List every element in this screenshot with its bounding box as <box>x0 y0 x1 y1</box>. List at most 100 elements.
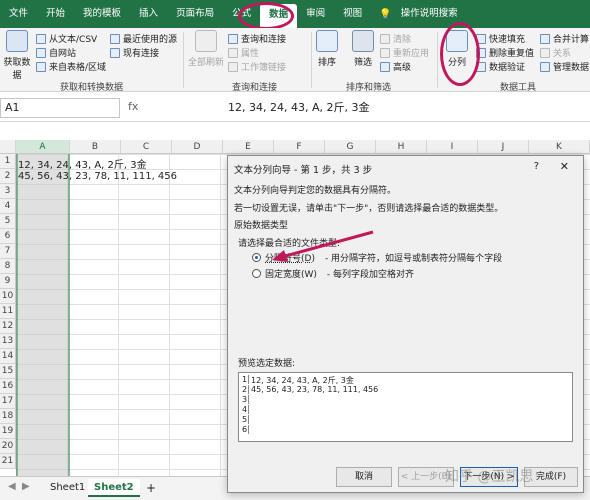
row-header[interactable]: 3 <box>0 184 16 199</box>
row-header[interactable]: 14 <box>0 349 16 364</box>
row-header[interactable]: 12 <box>0 319 16 334</box>
row-header[interactable]: 6 <box>0 229 16 244</box>
queries-connections-button[interactable]: 查询和连接 <box>228 32 286 45</box>
tab-file[interactable]: 文件 <box>0 0 37 28</box>
tab-insert[interactable]: 插入 <box>130 0 167 28</box>
consolidate-button[interactable]: 合并计算 <box>540 32 589 45</box>
help-icon[interactable]: ? <box>534 161 539 172</box>
properties-button[interactable]: 属性 <box>228 46 259 59</box>
row-header[interactable]: 13 <box>0 334 16 349</box>
sheet-tab-sheet2[interactable]: Sheet2 <box>88 479 140 497</box>
tab-templates[interactable]: 我的模板 <box>74 0 130 28</box>
tab-data[interactable]: 数据 <box>260 4 298 28</box>
refresh-icon <box>195 30 217 52</box>
from-web-button[interactable]: 自网站 <box>36 46 76 59</box>
reapply-button[interactable]: 重新应用 <box>380 46 429 59</box>
from-table-button[interactable]: 来自表格/区域 <box>36 60 106 73</box>
manage-data-model-button[interactable]: 管理数据 <box>540 60 589 73</box>
watermark: 知乎 @王凯思 <box>445 469 534 485</box>
tab-page-layout[interactable]: 页面布局 <box>167 0 223 28</box>
cancel-button[interactable]: 取消 <box>336 467 392 487</box>
row-header[interactable]: 11 <box>0 304 16 319</box>
preview-row-number: 3 <box>241 395 249 404</box>
text-to-columns-button[interactable]: 分列 <box>442 30 472 68</box>
sort-button[interactable]: 排序 <box>314 30 340 68</box>
data-validation-button[interactable]: 数据验证 <box>476 60 525 73</box>
column-header[interactable]: G <box>325 140 376 154</box>
row-header[interactable]: 17 <box>0 394 16 409</box>
selected-column-a <box>16 154 70 476</box>
function-icon[interactable]: fx <box>128 100 138 113</box>
recent-sources-button[interactable]: 最近使用的源 <box>110 32 177 45</box>
edit-links-button[interactable]: 工作簿链接 <box>228 60 286 73</box>
tab-home[interactable]: 开始 <box>37 0 74 28</box>
column-header[interactable]: J <box>478 140 529 154</box>
existing-connections-button[interactable]: 现有连接 <box>110 46 159 59</box>
separator <box>183 32 184 88</box>
corner-select-all[interactable] <box>0 140 16 154</box>
table-icon <box>36 61 46 72</box>
row-header[interactable]: 1 <box>0 154 16 169</box>
column-header[interactable]: E <box>223 140 274 154</box>
formula-input[interactable]: 12, 34, 24, 43, A, 2斤, 3金 <box>228 99 369 115</box>
get-data-button[interactable]: 获取数据 <box>2 30 32 81</box>
relationships-button[interactable]: 关系 <box>540 46 571 59</box>
relationships-icon <box>540 47 550 58</box>
row-header[interactable]: 15 <box>0 364 16 379</box>
cell-a1[interactable]: 12, 34, 24, 43, A, 2斤, 3金 <box>18 156 147 171</box>
preview-row-number: 4 <box>241 405 249 414</box>
advanced-filter-button[interactable]: 高级 <box>380 60 411 73</box>
scroll-left-icon[interactable]: ◀ <box>8 481 16 492</box>
column-header[interactable]: C <box>121 140 172 154</box>
tab-view[interactable]: 视图 <box>334 0 371 28</box>
cell-a2[interactable]: 45, 56, 43, 23, 78, 11, 111, 456 <box>18 171 177 182</box>
advanced-filter-icon <box>380 61 390 72</box>
radio-fixed-width[interactable]: 固定宽度(W) - 每列字段加空格对齐 <box>252 267 414 280</box>
row-header[interactable]: 5 <box>0 214 16 229</box>
flash-fill-button[interactable]: 快速填充 <box>476 32 525 45</box>
add-sheet-button[interactable]: + <box>140 479 162 497</box>
menu-bar: 文件 开始 我的模板 插入 页面布局 公式 数据 审阅 视图 💡 操作说明搜索 <box>0 0 590 28</box>
column-header[interactable]: K <box>529 140 590 154</box>
tell-me-search[interactable]: 操作说明搜索 <box>392 0 467 28</box>
refresh-all-button[interactable]: 全部刷新 <box>186 30 226 68</box>
close-icon[interactable]: ✕ <box>560 160 569 173</box>
row-header[interactable]: 9 <box>0 274 16 289</box>
row-header[interactable]: 19 <box>0 424 16 439</box>
row-header[interactable]: 16 <box>0 379 16 394</box>
reapply-icon <box>380 47 390 58</box>
remove-duplicates-button[interactable]: 删除重复值 <box>476 46 534 59</box>
dialog-title: 文本分列向导 - 第 1 步，共 3 步 <box>234 165 373 176</box>
row-header[interactable]: 8 <box>0 259 16 274</box>
clear-button[interactable]: 清除 <box>380 32 411 45</box>
column-header[interactable]: B <box>70 140 121 154</box>
row-header[interactable]: 2 <box>0 169 16 184</box>
filter-button[interactable]: 筛选 <box>348 30 378 68</box>
column-header[interactable]: D <box>172 140 223 154</box>
column-header[interactable]: A <box>16 140 70 154</box>
annotation-arrow <box>272 230 374 262</box>
scroll-right-icon[interactable]: ▶ <box>22 481 30 492</box>
row-header[interactable]: 18 <box>0 409 16 424</box>
database-icon <box>6 30 28 52</box>
column-header[interactable]: I <box>427 140 478 154</box>
tab-review[interactable]: 审阅 <box>297 0 334 28</box>
ribbon: 获取数据 从文本/CSV 自网站 来自表格/区域 最近使用的源 现有连接 获取和… <box>0 28 590 93</box>
web-icon <box>36 47 46 58</box>
name-box[interactable]: A1 <box>0 98 120 118</box>
row-header[interactable]: 10 <box>0 289 16 304</box>
column-header[interactable]: F <box>274 140 325 154</box>
from-text-csv-button[interactable]: 从文本/CSV <box>36 32 97 45</box>
properties-icon <box>228 47 238 58</box>
tab-formulas[interactable]: 公式 <box>223 0 260 28</box>
column-header[interactable]: H <box>376 140 427 154</box>
radio-dot-selected <box>252 253 261 262</box>
split-columns-icon <box>446 30 468 52</box>
row-header[interactable]: 4 <box>0 199 16 214</box>
group-label-data-tools: 数据工具 <box>500 83 537 93</box>
preview-box[interactable]: 1 12, 34, 24, 43, A, 2斤, 3金 2 45, 56, 43… <box>238 372 573 442</box>
row-header[interactable]: 20 <box>0 439 16 454</box>
row-header[interactable]: 7 <box>0 244 16 259</box>
sheet-tab-sheet1[interactable]: Sheet1 <box>44 479 91 497</box>
row-header[interactable]: 21 <box>0 454 16 469</box>
